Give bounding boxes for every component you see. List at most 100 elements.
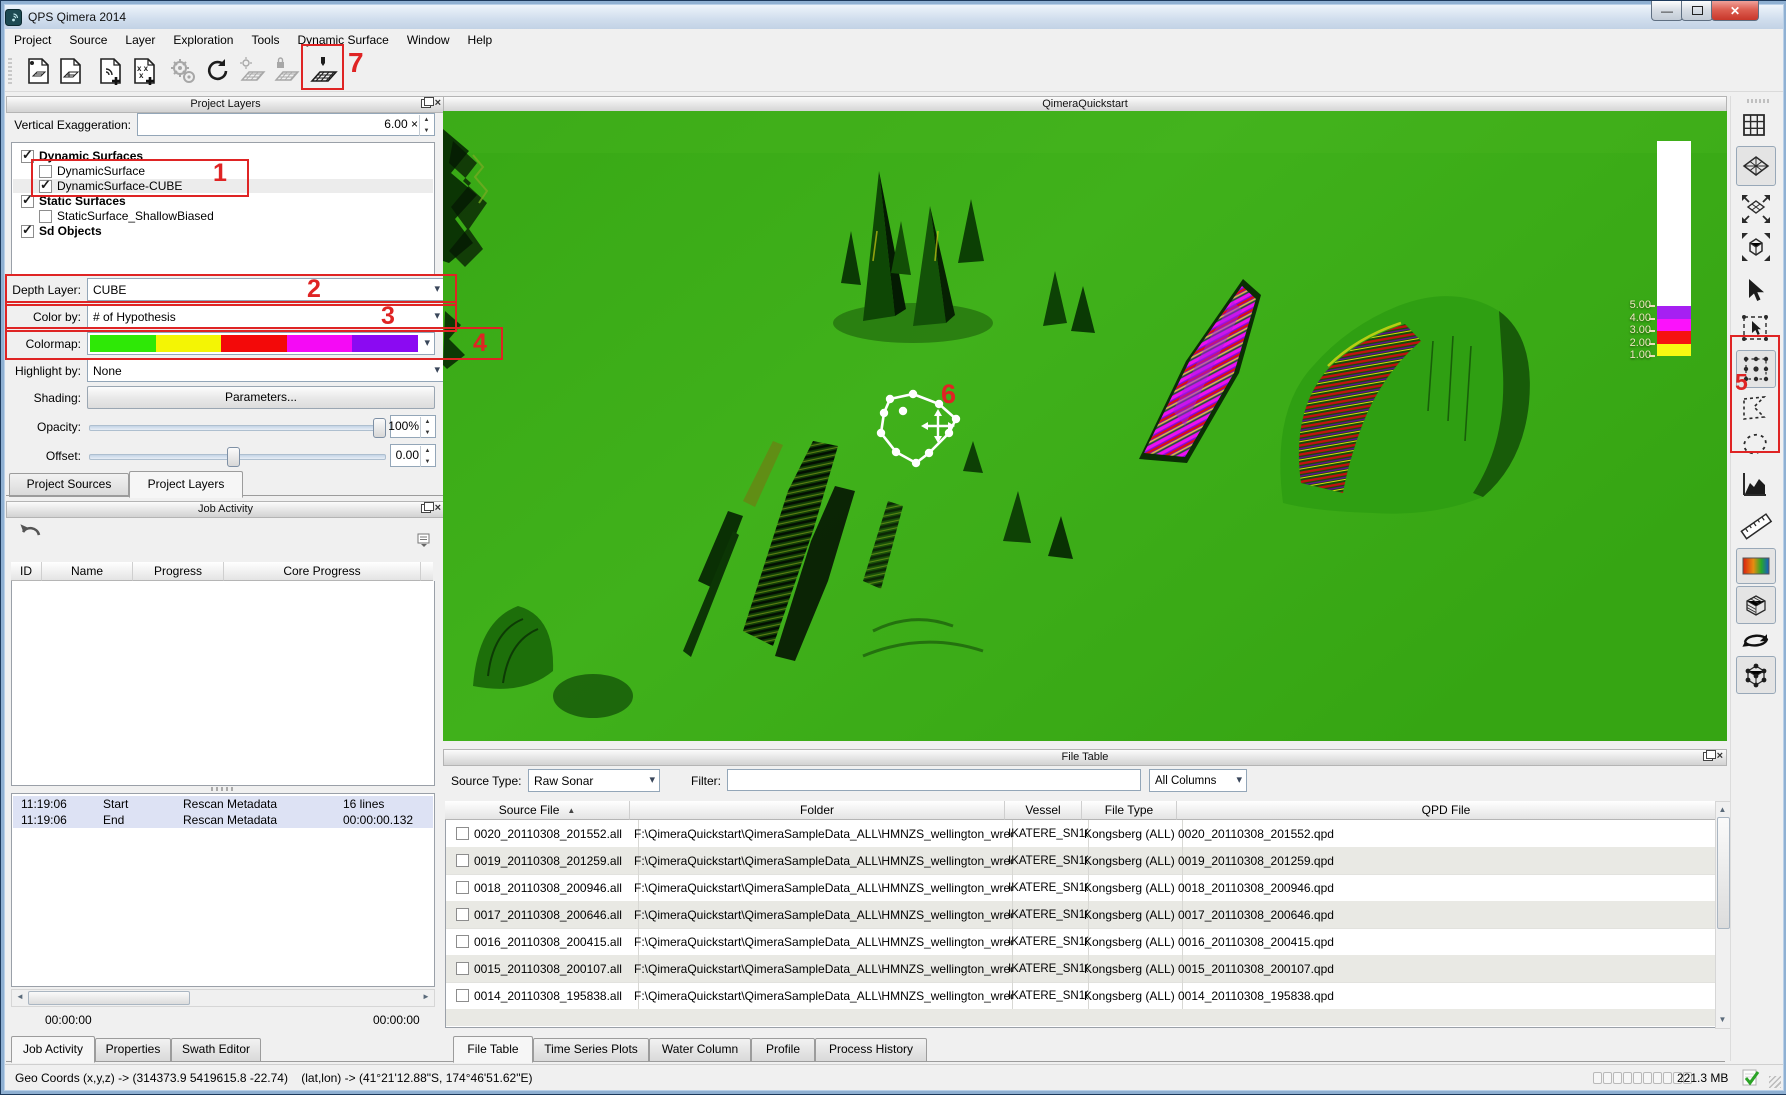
opacity-spinner[interactable]: ▲▼ bbox=[420, 417, 434, 438]
maximize-button[interactable] bbox=[1681, 1, 1713, 21]
scroll-left-icon[interactable]: ◄ bbox=[14, 990, 26, 1004]
col-file-type[interactable]: File Type bbox=[1082, 801, 1177, 820]
tab-project-sources[interactable]: Project Sources bbox=[9, 473, 129, 497]
job-activity-menu-button[interactable] bbox=[417, 533, 433, 552]
minimize-button[interactable]: — bbox=[1651, 1, 1683, 21]
offset-slider-thumb[interactable] bbox=[227, 447, 240, 467]
tab-profile[interactable]: Profile bbox=[751, 1038, 815, 1062]
undo-job-button[interactable] bbox=[17, 523, 43, 552]
colormap-editor-button[interactable] bbox=[1736, 548, 1776, 584]
tree-item-sd-objects[interactable]: Sd Objects bbox=[13, 224, 433, 238]
log-row[interactable]: 11:19:06 Start Rescan Metadata 16 lines bbox=[13, 796, 433, 812]
cube-vertices-button[interactable] bbox=[1736, 656, 1776, 694]
job-col-core-progress[interactable]: Core Progress bbox=[224, 562, 421, 581]
row-checkbox[interactable] bbox=[456, 827, 469, 840]
table-row[interactable]: 0017_20110308_200646.all F:\QimeraQuicks… bbox=[446, 901, 1716, 929]
job-col-progress[interactable]: Progress bbox=[133, 562, 224, 581]
menu-window[interactable]: Window bbox=[398, 31, 459, 49]
float-panel-icon[interactable] bbox=[421, 504, 431, 513]
vertical-exaggeration-spinner[interactable]: ▲▼ bbox=[419, 115, 433, 136]
offset-spinbox[interactable]: 0.00 ▲▼ bbox=[390, 444, 436, 467]
surface-3d-view-button[interactable] bbox=[1736, 146, 1776, 186]
opacity-slider[interactable] bbox=[89, 425, 386, 431]
rotate-view-button[interactable] bbox=[1740, 626, 1772, 655]
filter-input[interactable] bbox=[727, 769, 1141, 791]
scroll-down-icon[interactable]: ▼ bbox=[1716, 1013, 1729, 1027]
menu-tools[interactable]: Tools bbox=[242, 31, 288, 49]
close-button[interactable]: ✕ bbox=[1711, 1, 1759, 21]
checkbox-unchecked-icon[interactable] bbox=[39, 210, 52, 223]
tree-item-staticsurface-shallowbiased[interactable]: StaticSurface_ShallowBiased bbox=[13, 209, 433, 223]
wireframe-grid-button[interactable] bbox=[1736, 586, 1776, 624]
shading-parameters-button[interactable]: Parameters... bbox=[87, 386, 435, 409]
locked-surface-button[interactable] bbox=[271, 54, 303, 88]
tab-project-layers[interactable]: Project Layers bbox=[129, 471, 243, 498]
row-checkbox[interactable] bbox=[456, 989, 469, 1002]
select-cursor-button[interactable] bbox=[1741, 276, 1769, 309]
splitter-handle[interactable] bbox=[211, 787, 235, 791]
tab-swath-editor[interactable]: Swath Editor bbox=[171, 1038, 261, 1062]
settings-button[interactable] bbox=[167, 54, 199, 88]
toolbar-grip[interactable] bbox=[8, 58, 12, 84]
refresh-button[interactable] bbox=[201, 54, 233, 88]
highlight-by-combo[interactable]: None▾ bbox=[87, 359, 445, 382]
opacity-slider-thumb[interactable] bbox=[373, 418, 386, 438]
zoom-extents-button[interactable] bbox=[1739, 192, 1773, 229]
scroll-right-icon[interactable]: ► bbox=[420, 990, 432, 1004]
checkbox-checked-icon[interactable] bbox=[21, 225, 34, 238]
scrollbar-thumb[interactable] bbox=[1717, 817, 1730, 929]
log-row[interactable]: 11:19:06 End Rescan Metadata 00:00:00.13… bbox=[13, 812, 433, 828]
table-row[interactable]: 0016_20110308_200415.all F:\QimeraQuicks… bbox=[446, 928, 1716, 956]
new-project-button[interactable] bbox=[23, 54, 55, 88]
close-panel-icon[interactable]: × bbox=[1717, 751, 1723, 761]
columns-filter-combo[interactable]: All Columns▾ bbox=[1149, 769, 1247, 792]
close-panel-icon[interactable]: × bbox=[435, 503, 441, 513]
table-row[interactable]: 0015_20110308_200107.all F:\QimeraQuicks… bbox=[446, 955, 1716, 983]
profile-chart-button[interactable] bbox=[1739, 468, 1771, 503]
job-col-name[interactable]: Name bbox=[42, 562, 133, 581]
col-qpd-file[interactable]: QPD File bbox=[1177, 801, 1715, 820]
table-row[interactable]: 0014_20110308_195838.all F:\QimeraQuicks… bbox=[446, 982, 1716, 1010]
zoom-cube-button[interactable] bbox=[1739, 230, 1773, 267]
float-panel-icon[interactable] bbox=[1703, 752, 1713, 761]
source-type-combo[interactable]: Raw Sonar▾ bbox=[528, 769, 660, 792]
menu-source[interactable]: Source bbox=[60, 31, 116, 49]
col-vessel[interactable]: Vessel bbox=[1005, 801, 1082, 820]
tab-process-history[interactable]: Process History bbox=[815, 1038, 927, 1062]
menu-help[interactable]: Help bbox=[459, 31, 502, 49]
job-col-id[interactable]: ID bbox=[11, 562, 42, 581]
menu-exploration[interactable]: Exploration bbox=[164, 31, 242, 49]
table-row[interactable]: 0020_20110308_201552.all F:\QimeraQuicks… bbox=[446, 820, 1716, 848]
resize-grip[interactable] bbox=[1769, 1076, 1781, 1088]
row-checkbox[interactable] bbox=[456, 962, 469, 975]
row-checkbox[interactable] bbox=[456, 908, 469, 921]
add-xyz-button[interactable]: x xx bbox=[129, 54, 161, 88]
tab-file-table[interactable]: File Table bbox=[453, 1036, 533, 1063]
row-checkbox[interactable] bbox=[456, 854, 469, 867]
static-surface-button[interactable] bbox=[237, 54, 269, 88]
opacity-spinbox[interactable]: 100% ▲▼ bbox=[390, 415, 436, 438]
table-row[interactable]: 0019_20110308_201259.all F:\QimeraQuicks… bbox=[446, 847, 1716, 875]
toolbar-grip[interactable] bbox=[1747, 99, 1769, 103]
add-raw-sonar-button[interactable] bbox=[95, 54, 127, 88]
float-panel-icon[interactable] bbox=[421, 99, 431, 108]
tab-water-column[interactable]: Water Column bbox=[649, 1038, 751, 1062]
table-row[interactable]: 0018_20110308_200946.all F:\QimeraQuicks… bbox=[446, 874, 1716, 902]
row-checkbox[interactable] bbox=[456, 935, 469, 948]
scrollbar-thumb[interactable] bbox=[28, 991, 190, 1005]
offset-spinner[interactable]: ▲▼ bbox=[420, 446, 434, 467]
menu-layer[interactable]: Layer bbox=[116, 31, 164, 49]
tab-properties[interactable]: Properties bbox=[95, 1038, 171, 1062]
col-folder[interactable]: Folder bbox=[630, 801, 1005, 820]
tab-job-activity[interactable]: Job Activity bbox=[11, 1036, 95, 1063]
col-source-file[interactable]: Source File▲ bbox=[445, 801, 630, 820]
ruler-button[interactable] bbox=[1738, 508, 1774, 547]
scroll-up-icon[interactable]: ▲ bbox=[1716, 803, 1729, 817]
job-log-hscrollbar[interactable]: ◄ ► bbox=[11, 989, 435, 1007]
row-checkbox[interactable] bbox=[456, 881, 469, 894]
menu-project[interactable]: Project bbox=[5, 31, 60, 49]
scene-3d-view[interactable]: 5.00 4.00 3.00 2.00 1.00 6 bbox=[443, 111, 1727, 741]
close-panel-icon[interactable]: × bbox=[435, 98, 441, 108]
open-project-button[interactable] bbox=[55, 54, 87, 88]
grid-view-button[interactable] bbox=[1739, 110, 1769, 143]
